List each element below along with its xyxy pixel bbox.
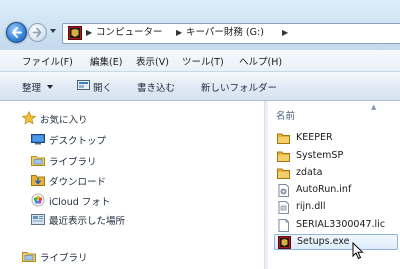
menu-help[interactable]: ヘルプ(H) (239, 54, 282, 68)
open-icon (77, 80, 90, 90)
nav-icloud-photos-label: iCloud フォト (49, 197, 111, 208)
breadcrumb-separator-icon[interactable]: ▶ (86, 27, 92, 39)
menu-bar: ファイル(F) 編集(E) 表示(V) ツール(T) ヘルプ(H) (0, 50, 400, 72)
folder-icon (277, 133, 290, 144)
nav-downloads[interactable]: ダウンロード (0, 172, 262, 188)
dll-file-icon (278, 201, 289, 214)
document-icon (278, 219, 289, 232)
file-row-serial[interactable]: SERIAL3300047.lic (274, 218, 398, 233)
column-header-name[interactable]: 名前 (276, 108, 295, 122)
breadcrumb-separator-icon[interactable]: ▶ (282, 27, 288, 39)
recent-pages-dropdown[interactable] (50, 29, 56, 33)
address-bar-area: ▶ コンピューター ▶ キーパー財務 (G:) ▶ (0, 0, 400, 50)
file-row-rijn[interactable]: rijn.dll (274, 200, 398, 215)
file-name: AutoRun.inf (296, 184, 352, 195)
folder-icon (277, 168, 290, 179)
menu-file[interactable]: ファイル(F) (22, 54, 73, 68)
settings-file-icon (278, 184, 289, 197)
navigation-pane: お気に入り デスクトップ ライブラリ ダウンロード iCloud フォト 最近表… (0, 101, 262, 269)
file-name: rijn.dll (296, 201, 326, 212)
forward-arrow-icon (32, 27, 42, 38)
drive-app-icon (68, 26, 82, 40)
file-row-zdata[interactable]: zdata (274, 166, 398, 181)
explorer-window: ▶ コンピューター ▶ キーパー財務 (G:) ▶ ファイル(F) 編集(E) … (0, 0, 400, 269)
mouse-pointer-icon (352, 242, 364, 260)
nav-downloads-label: ダウンロード (49, 177, 107, 188)
nav-desktop-label: デスクトップ (49, 136, 107, 147)
library-icon (31, 156, 45, 166)
setup-exe-icon (278, 236, 291, 249)
nav-favorites-label: お気に入り (40, 115, 88, 126)
file-name: Setups.exe (297, 236, 350, 247)
file-row-systemsp[interactable]: SystemSP (274, 149, 398, 164)
nav-libraries-label: ライブラリ (49, 157, 97, 168)
star-icon (22, 111, 36, 125)
menu-view[interactable]: 表示(V) (136, 54, 169, 68)
file-row-keeper[interactable]: KEEPER (274, 131, 398, 146)
breadcrumb-drive[interactable]: キーパー財務 (G:) (186, 26, 264, 40)
file-list-pane: ▲ 名前 KEEPER SystemSP zdata AutoRun.inf r… (268, 101, 400, 269)
recent-places-icon (31, 214, 45, 225)
breadcrumb-computer[interactable]: コンピューター (96, 26, 163, 40)
file-name: SystemSP (296, 150, 344, 161)
nav-favorites[interactable]: お気に入り (0, 110, 262, 126)
back-button[interactable] (6, 22, 27, 43)
open-button[interactable]: 開く (93, 80, 112, 94)
file-row-setups[interactable]: Setups.exe (274, 234, 398, 250)
file-name: SERIAL3300047.lic (296, 219, 386, 230)
nav-recent-places[interactable]: 最近表示した場所 (0, 211, 262, 227)
desktop-icon (31, 134, 45, 145)
breadcrumb-separator-icon[interactable]: ▶ (176, 27, 182, 39)
new-folder-button[interactable]: 新しいフォルダー (201, 80, 277, 94)
nav-desktop[interactable]: デスクトップ (0, 131, 262, 147)
file-name: zdata (296, 167, 323, 178)
file-row-autorun[interactable]: AutoRun.inf (274, 183, 398, 198)
sort-caret-icon: ▲ (371, 103, 377, 111)
forward-button[interactable] (28, 23, 47, 42)
file-name: KEEPER (296, 132, 333, 143)
burn-button[interactable]: 書き込む (137, 80, 175, 94)
back-arrow-icon (12, 27, 22, 38)
nav-recent-places-label: 最近表示した場所 (49, 216, 126, 227)
nav-libraries-root[interactable]: ライブラリ (0, 248, 262, 264)
command-bar: 整理 開く 書き込む 新しいフォルダー (0, 72, 400, 101)
menu-edit[interactable]: 編集(E) (90, 54, 122, 68)
icloud-photos-icon (31, 193, 45, 207)
nav-libraries-root-label: ライブラリ (40, 253, 88, 264)
nav-icloud-photos[interactable]: iCloud フォト (0, 192, 262, 208)
menu-tools[interactable]: ツール(T) (182, 54, 224, 68)
library-icon (22, 252, 36, 262)
downloads-icon (31, 175, 45, 186)
address-box[interactable]: ▶ コンピューター ▶ キーパー財務 (G:) ▶ (62, 23, 400, 44)
folder-icon (277, 151, 290, 162)
organize-button[interactable]: 整理 (22, 80, 41, 94)
nav-libraries[interactable]: ライブラリ (0, 152, 262, 168)
organize-dropdown-icon[interactable] (47, 85, 53, 89)
